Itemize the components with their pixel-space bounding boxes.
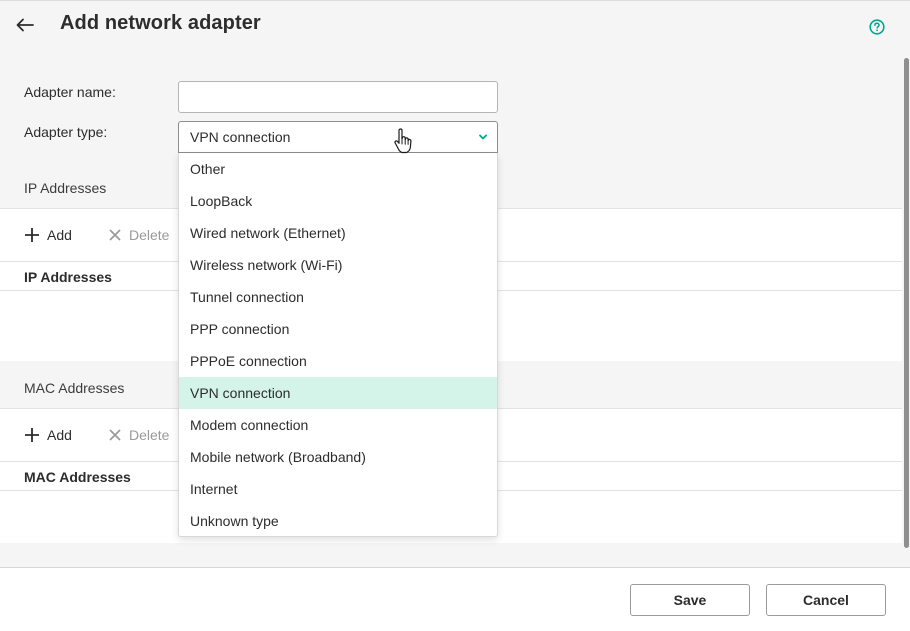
- adapter-name-input[interactable]: [178, 81, 498, 113]
- adapter-type-label: Adapter type:: [24, 124, 108, 140]
- dropdown-option[interactable]: PPP connection: [179, 313, 497, 345]
- page-header: Add network adapter: [0, 0, 910, 50]
- back-button[interactable]: [12, 12, 38, 38]
- ip-add-label: Add: [47, 227, 72, 243]
- adapter-type-value: VPN connection: [190, 129, 291, 145]
- ip-delete-label: Delete: [129, 227, 170, 243]
- chevron-down-icon: [479, 134, 487, 140]
- save-button[interactable]: Save: [630, 584, 750, 616]
- dropdown-option[interactable]: Tunnel connection: [179, 281, 497, 313]
- question-circle-icon: [869, 19, 885, 35]
- adapter-type-select[interactable]: VPN connection: [178, 121, 498, 153]
- ip-delete-button[interactable]: Delete: [108, 224, 169, 246]
- hand-pointer-icon: [394, 128, 412, 154]
- dropdown-option[interactable]: Modem connection: [179, 409, 497, 441]
- plus-icon: [25, 228, 39, 242]
- mac-add-button[interactable]: Add: [24, 424, 72, 446]
- close-icon: [109, 429, 121, 441]
- page-title: Add network adapter: [60, 12, 261, 34]
- mac-delete-label: Delete: [129, 427, 170, 443]
- mac-addresses-column-label: MAC Addresses: [24, 469, 131, 485]
- dropdown-option[interactable]: Wired network (Ethernet): [179, 217, 497, 249]
- dialog-footer: Save Cancel: [0, 567, 910, 631]
- arrow-left-icon: [16, 18, 34, 32]
- mac-addresses-section-title: MAC Addresses: [24, 380, 125, 396]
- adapter-type-dropdown: Other LoopBack Wired network (Ethernet) Wir…: [178, 153, 498, 537]
- dropdown-option[interactable]: Internet: [179, 473, 497, 505]
- close-icon: [109, 229, 121, 241]
- ip-add-button[interactable]: Add: [24, 224, 72, 246]
- ip-addresses-column-label: IP Addresses: [24, 269, 112, 285]
- help-button[interactable]: [868, 18, 886, 36]
- dropdown-option[interactable]: PPPoE connection: [179, 345, 497, 377]
- mac-delete-button[interactable]: Delete: [108, 424, 169, 446]
- scrollbar-thumb[interactable]: [904, 58, 909, 548]
- dropdown-option[interactable]: Unknown type: [179, 505, 497, 537]
- mac-add-label: Add: [47, 427, 72, 443]
- ip-addresses-section-title: IP Addresses: [24, 180, 107, 196]
- dropdown-option[interactable]: Other: [179, 153, 497, 185]
- plus-icon: [25, 428, 39, 442]
- dropdown-option[interactable]: VPN connection: [179, 377, 497, 409]
- cancel-button[interactable]: Cancel: [766, 584, 886, 616]
- adapter-name-label: Adapter name:: [24, 84, 116, 100]
- dropdown-option[interactable]: Mobile network (Broadband): [179, 441, 497, 473]
- dropdown-option[interactable]: Wireless network (Wi-Fi): [179, 249, 497, 281]
- dropdown-option[interactable]: LoopBack: [179, 185, 497, 217]
